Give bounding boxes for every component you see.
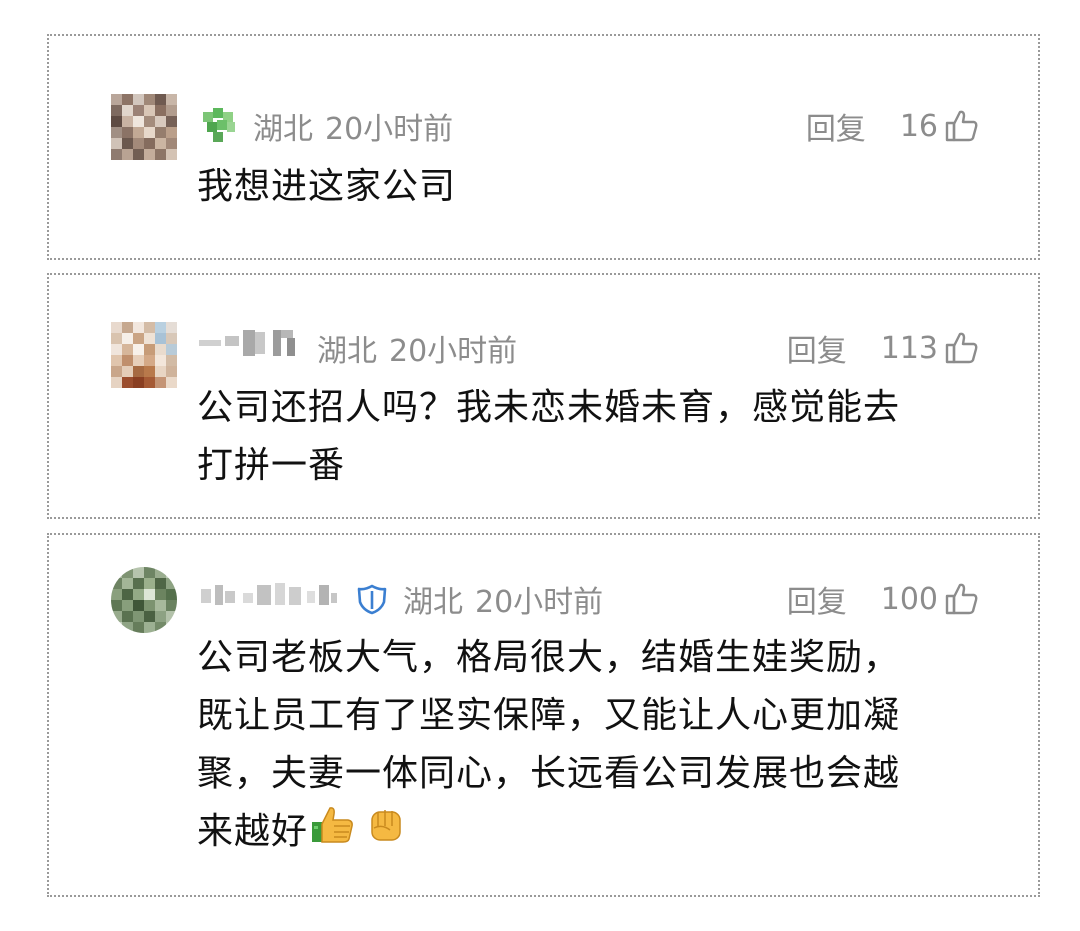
comment-text-line: 来越好 xyxy=(197,803,977,862)
location-label: 湖北 xyxy=(403,585,463,620)
like-button[interactable]: 16 xyxy=(900,108,980,144)
blue-shield-badge-icon xyxy=(355,582,389,616)
avatar[interactable] xyxy=(111,94,177,160)
like-button[interactable]: 113 xyxy=(881,330,980,366)
thumbs-up-outline-icon xyxy=(944,330,980,366)
comment-text: 公司老板大气，格局很大，结婚生娃奖励， 既让员工有了坚实保障，又能让人心更加凝 … xyxy=(197,629,977,862)
reply-button[interactable]: 回复 xyxy=(806,104,866,148)
timestamp: 20小时前 xyxy=(325,112,454,147)
comment-card: 湖北 20小时前 回复 113 公司还招人吗？我未恋未婚未育，感觉能去 打拼一番 xyxy=(47,273,1040,519)
timestamp: 20小时前 xyxy=(389,334,518,369)
blurred-username[interactable] xyxy=(199,577,349,621)
comment-meta: 湖北 20小时前 回复 113 xyxy=(199,326,980,370)
comment-text-line: 既让员工有了坚实保障，又能让人心更加凝 xyxy=(197,695,901,736)
comment-meta: 湖北 20小时前 回复 100 xyxy=(199,577,980,621)
thumbs-up-outline-icon xyxy=(944,581,980,617)
comment-text-line: 公司老板大气，格局很大，结婚生娃奖励， xyxy=(197,637,901,678)
comment-text: 公司还招人吗？我未恋未婚未育，感觉能去 打拼一番 xyxy=(197,379,977,495)
comment-card: 湖北 20小时前 回复 100 公司老板大气，格局很大，结婚生娃奖励， 既让员工… xyxy=(47,533,1040,897)
location-label: 湖北 xyxy=(317,334,377,369)
raised-fist-emoji xyxy=(366,804,406,862)
like-count: 16 xyxy=(899,108,938,144)
reply-button[interactable]: 回复 xyxy=(787,326,847,370)
comment-text-line: 打拼一番 xyxy=(197,445,346,486)
timestamp: 20小时前 xyxy=(475,585,604,620)
green-clover-badge-icon xyxy=(199,106,239,146)
blurred-username[interactable] xyxy=(199,326,303,370)
avatar[interactable] xyxy=(111,322,177,388)
like-button[interactable]: 100 xyxy=(881,581,980,617)
like-count: 113 xyxy=(880,330,938,366)
thumbs-up-emoji xyxy=(310,804,356,862)
reply-button[interactable]: 回复 xyxy=(787,577,847,621)
thumbs-up-outline-icon xyxy=(944,108,980,144)
comment-text-line: 公司还招人吗？我未恋未婚未育，感觉能去 xyxy=(197,387,901,428)
comment-text: 我想进这家公司 xyxy=(197,166,457,207)
comment-card: 湖北 20小时前 回复 16 我想进这家公司 xyxy=(47,34,1040,260)
comment-meta: 湖北 20小时前 回复 16 xyxy=(199,104,980,148)
like-count: 100 xyxy=(880,581,938,617)
comment-text-line: 聚，夫妻一体同心，长远看公司发展也会越 xyxy=(197,753,901,794)
comment-text-line-text: 来越好 xyxy=(197,811,309,852)
location-label: 湖北 xyxy=(253,112,313,147)
avatar[interactable] xyxy=(111,567,177,633)
